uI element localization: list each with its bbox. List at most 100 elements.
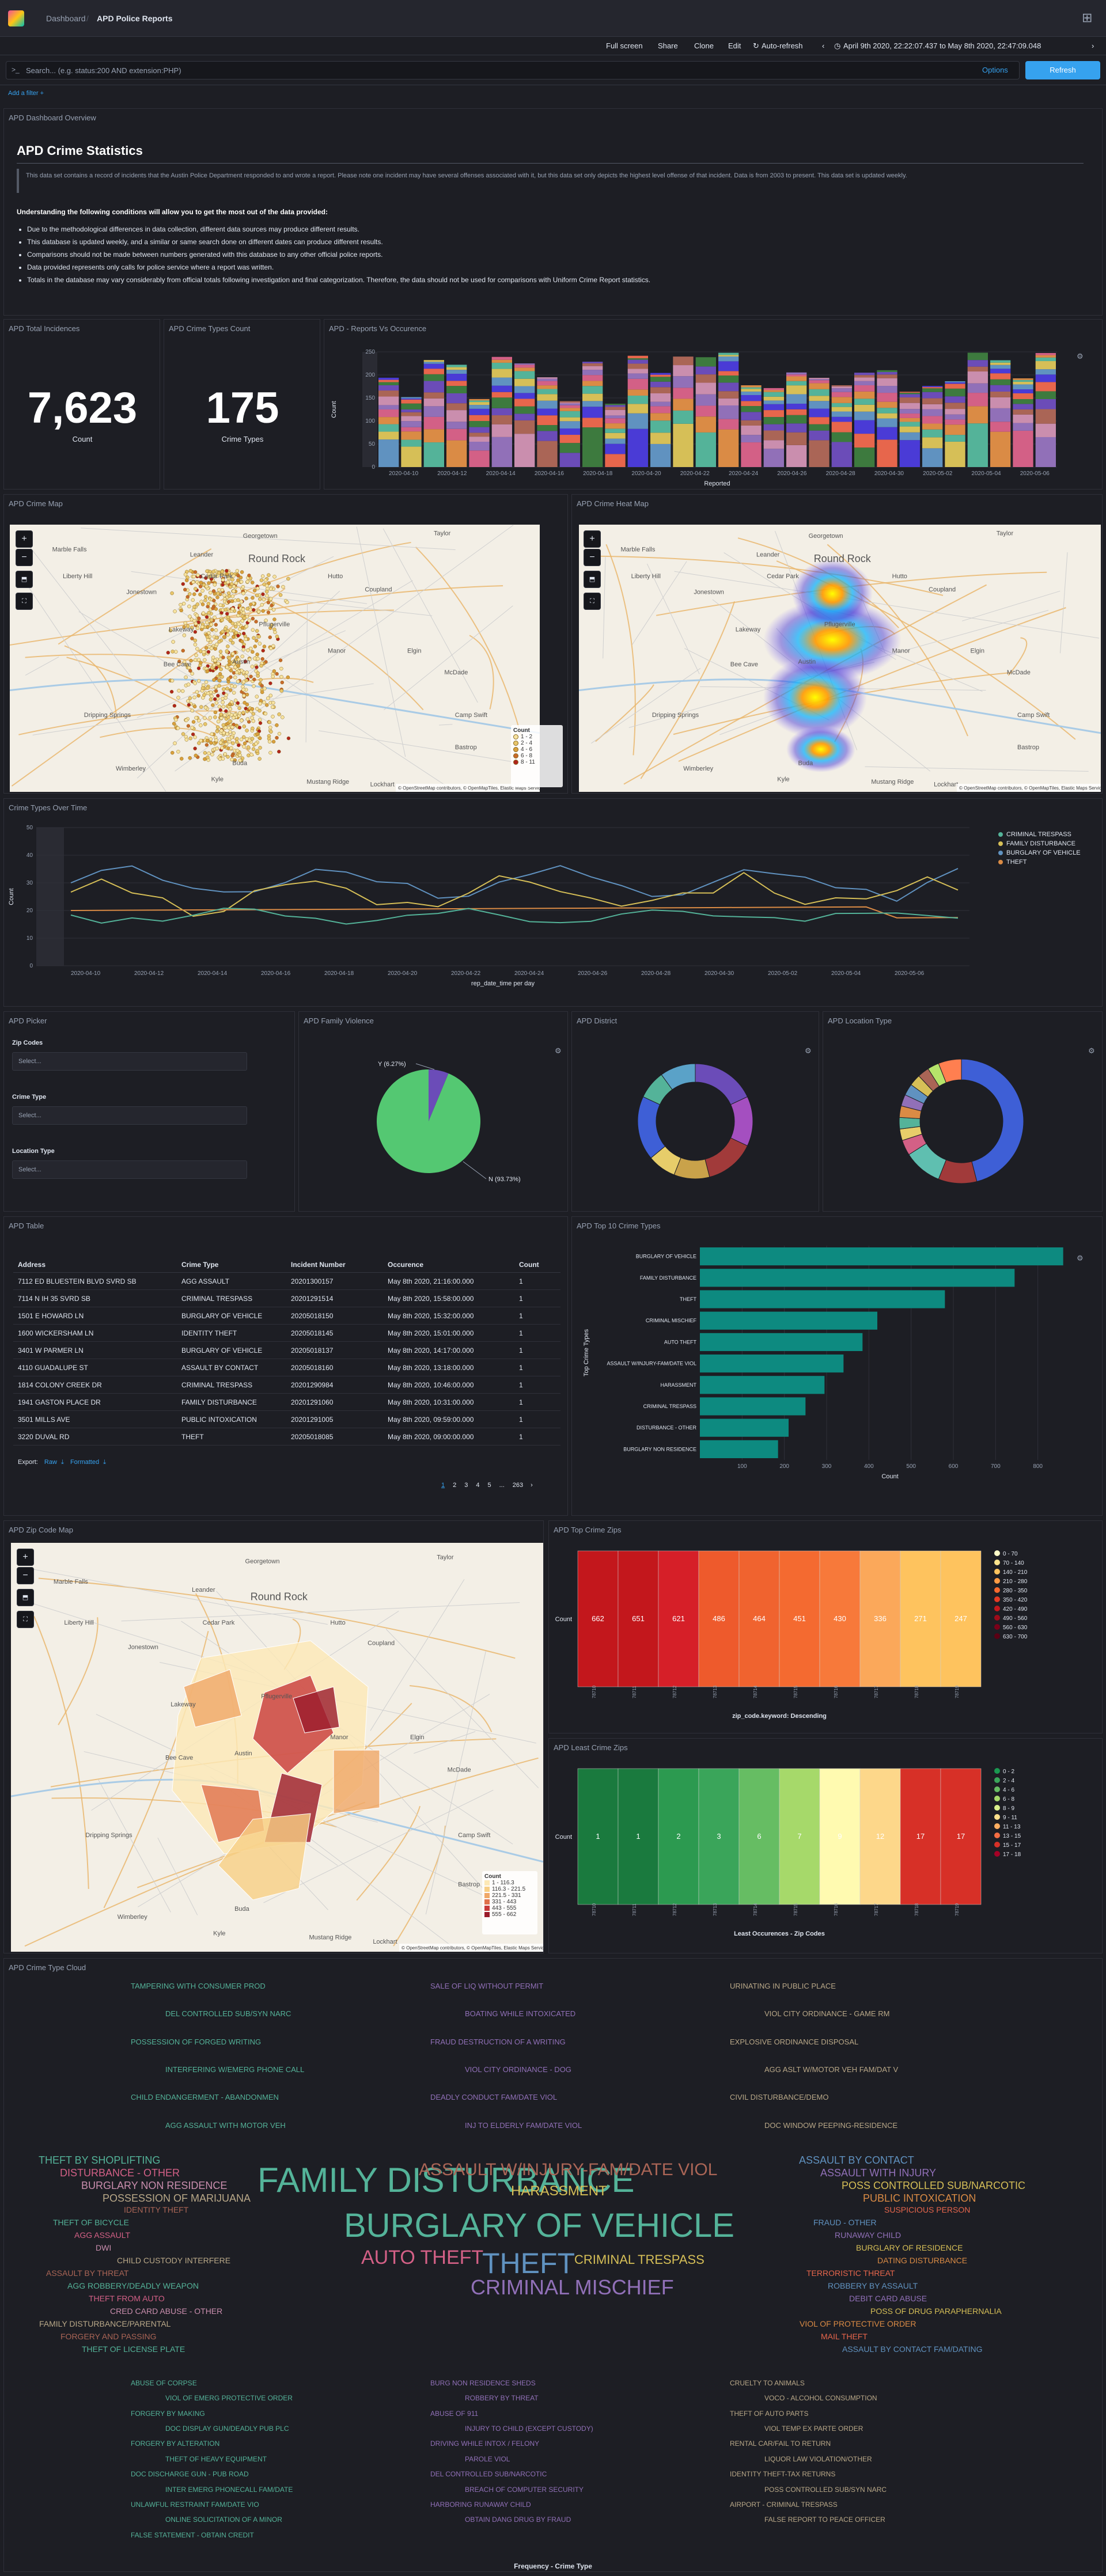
cloud-word[interactable]: POSS OF DRUG PARAPHERNALIA (870, 2306, 1002, 2316)
page-link[interactable]: 5 (488, 1482, 491, 1489)
zoom-in-icon[interactable]: + (584, 530, 601, 548)
column-header-address[interactable]: Address (13, 1257, 177, 1273)
cloud-word[interactable]: VIOL CITY ORDINANCE - GAME RM (764, 2009, 889, 2018)
cloud-word[interactable]: FALSE REPORT TO PEACE OFFICER (764, 2516, 885, 2524)
cloud-word[interactable]: THEFT OF BICYCLE (53, 2218, 129, 2227)
cloud-word[interactable]: CRED CARD ABUSE - OTHER (110, 2306, 222, 2316)
heat-map[interactable]: Marble Falls Liberty Hill Georgetown Taylor… (579, 525, 1101, 792)
download-icon[interactable]: ⤓ (61, 1459, 64, 1466)
cloud-word[interactable]: DISTURBANCE - OTHER (60, 2167, 180, 2179)
cloud-word[interactable]: DEADLY CONDUCT FAM/DATE VIOL (430, 2093, 557, 2101)
cloud-word[interactable]: URINATING IN PUBLIC PLACE (730, 1982, 836, 1990)
legend-item[interactable]: CRIMINAL TRESPASS (998, 831, 1081, 838)
column-header-count[interactable]: Count (514, 1257, 560, 1273)
cloud-word[interactable]: INTERFERING W/EMERG PHONE CALL (165, 2065, 304, 2074)
cloud-word[interactable]: ROBBERY BY THREAT (465, 2394, 539, 2402)
cloud-word[interactable]: BURGLARY OF VEHICLE (344, 2206, 734, 2245)
kibana-logo-icon[interactable] (8, 10, 24, 26)
legend-item[interactable]: FAMILY DISTURBANCE (998, 840, 1081, 847)
cloud-word[interactable]: SALE OF LIQ WITHOUT PERMIT (430, 1982, 543, 1990)
cloud-word[interactable]: INJ TO ELDERLY FAM/DATE VIOL (465, 2121, 582, 2130)
cloud-word[interactable]: PAROLE VIOL (465, 2455, 510, 2463)
cloud-word[interactable]: VIOL CITY ORDINANCE - DOG (465, 2065, 571, 2074)
cloud-word[interactable]: THEFT OF HEAVY EQUIPMENT (165, 2455, 267, 2463)
add-filter-link[interactable]: Add a filter + (8, 90, 44, 97)
draw-shape-icon[interactable]: ⬒ (17, 1589, 34, 1606)
cloud-word[interactable]: DATING DISTURBANCE (877, 2256, 967, 2265)
crime-map[interactable]: Marble Falls Liberty Hill Georgetown Taylor… (10, 525, 540, 792)
location-type-select[interactable]: Select... (12, 1160, 247, 1179)
cloud-word[interactable]: THEFT FROM AUTO (89, 2294, 165, 2303)
zip-codes-select[interactable]: Select... (12, 1052, 247, 1071)
cloud-word[interactable]: DEL CONTROLLED SUB/SYN NARC (165, 2009, 291, 2018)
fit-bounds-icon[interactable]: ⛶ (16, 593, 33, 610)
cloud-word[interactable]: FORGERY BY MAKING (131, 2410, 205, 2418)
page-link[interactable]: 4 (476, 1482, 479, 1489)
cloud-word[interactable]: THEFT OF LICENSE PLATE (82, 2344, 185, 2354)
cloud-word[interactable]: ASSAULT WITH INJURY (820, 2167, 936, 2179)
cloud-word[interactable]: CRIMINAL TRESPASS (574, 2252, 704, 2267)
page-link[interactable]: 2 (453, 1482, 456, 1489)
cloud-word[interactable]: MAIL THEFT (821, 2332, 868, 2341)
clone-link[interactable]: Clone (694, 41, 714, 50)
breadcrumb-root[interactable]: Dashboard (46, 14, 86, 23)
page-link[interactable]: 1 (441, 1482, 445, 1489)
zoom-out-icon[interactable]: − (17, 1567, 34, 1584)
cloud-word[interactable]: FORGERY BY ALTERATION (131, 2440, 219, 2448)
zoom-in-icon[interactable]: + (17, 1549, 34, 1566)
share-link[interactable]: Share (658, 41, 678, 50)
search-input[interactable]: Search... (e.g. status:200 AND extension… (6, 61, 1020, 79)
cloud-word[interactable]: AGG ROBBERY/DEADLY WEAPON (67, 2281, 199, 2290)
legend-item[interactable]: THEFT (998, 859, 1081, 866)
time-range-picker[interactable]: April 9th 2020, 22:22:07.437 to May 8th … (843, 41, 1041, 50)
cloud-word[interactable]: INJURY TO CHILD (EXCEPT CUSTODY) (465, 2425, 593, 2433)
cloud-word[interactable]: POSSESSION OF MARIJUANA (103, 2192, 251, 2205)
cloud-word[interactable]: POSSESSION OF FORGED WRITING (131, 2038, 261, 2046)
cloud-word[interactable]: UNLAWFUL RESTRAINT FAM/DATE VIO (131, 2501, 259, 2509)
options-button[interactable]: Options (982, 66, 1008, 74)
cloud-word[interactable]: FALSE STATEMENT - OBTAIN CREDIT (131, 2531, 254, 2539)
cloud-word[interactable]: FRAUD DESTRUCTION OF A WRITING (430, 2038, 566, 2046)
draw-shape-icon[interactable]: ⬒ (16, 571, 33, 588)
cloud-word[interactable]: BURGLARY OF RESIDENCE (856, 2243, 963, 2252)
zoom-in-icon[interactable]: + (16, 530, 33, 548)
legend-item[interactable]: BURGLARY OF VEHICLE (998, 849, 1081, 856)
cloud-word[interactable]: ASSAULT BY CONTACT FAM/DATING (842, 2344, 983, 2354)
zoom-out-icon[interactable]: − (584, 549, 601, 566)
cloud-word[interactable]: VIOL TEMP EX PARTE ORDER (764, 2425, 863, 2433)
cloud-word[interactable]: RUNAWAY CHILD (835, 2230, 901, 2240)
cloud-word[interactable]: IDENTITY THEFT-TAX RETURNS (730, 2470, 835, 2478)
cloud-word[interactable]: FORGERY AND PASSING (60, 2332, 157, 2341)
fit-bounds-icon[interactable]: ⛶ (17, 1611, 34, 1628)
chevron-right-icon[interactable]: › (1092, 41, 1094, 50)
cloud-word[interactable]: DEBIT CARD ABUSE (849, 2294, 927, 2303)
cloud-word[interactable]: ASSAULT W/INJURY-FAM/DATE VIOL (419, 2160, 717, 2180)
cloud-word[interactable]: HARASSMENT (511, 2183, 607, 2199)
cloud-word[interactable]: PUBLIC INTOXICATION (863, 2192, 976, 2205)
column-header-occurence[interactable]: Occurence (383, 1257, 514, 1273)
zip-code-map[interactable]: Marble Falls Liberty Hill Georgetown Taylor… (11, 1543, 543, 1952)
cloud-word[interactable]: ABUSE OF 911 (430, 2410, 478, 2418)
cloud-word[interactable]: TERRORISTIC THREAT (806, 2268, 895, 2278)
cloud-word[interactable]: FAMILY DISTURBANCE/PARENTAL (39, 2319, 171, 2328)
download-icon[interactable]: ⤓ (103, 1459, 106, 1466)
cloud-word[interactable]: THEFT OF AUTO PARTS (730, 2410, 808, 2418)
cloud-word[interactable]: CRIMINAL MISCHIEF (471, 2275, 674, 2300)
export-formatted-link[interactable]: Formatted (70, 1459, 99, 1466)
cloud-word[interactable]: THEFT BY SHOPLIFTING (39, 2154, 160, 2167)
cloud-word[interactable]: BOATING WHILE INTOXICATED (465, 2009, 575, 2018)
cloud-word[interactable]: DOC WINDOW PEEPING-RESIDENCE (764, 2121, 897, 2130)
cloud-word[interactable]: BURGLARY NON RESIDENCE (81, 2180, 227, 2192)
cloud-word[interactable]: AGG ASLT W/MOTOR VEH FAM/DAT V (764, 2065, 898, 2074)
cloud-word[interactable]: POSS CONTROLLED SUB/SYN NARC (764, 2486, 887, 2494)
cloud-word[interactable]: HARBORING RUNAWAY CHILD (430, 2501, 531, 2509)
cloud-word[interactable]: DRIVING WHILE INTOX / FELONY (430, 2440, 539, 2448)
cloud-word[interactable]: FRAUD - OTHER (813, 2218, 877, 2227)
cloud-word[interactable]: EXPLOSIVE ORDINANCE DISPOSAL (730, 2038, 858, 2046)
cloud-word[interactable]: OBTAIN DANG DRUG BY FRAUD (465, 2516, 571, 2524)
cloud-word[interactable]: ASSAULT BY THREAT (46, 2268, 128, 2278)
cloud-word[interactable]: DOC DISPLAY GUN/DEADLY PUB PLC (165, 2425, 289, 2433)
chevron-right-icon[interactable]: › (531, 1482, 533, 1489)
page-link[interactable]: 263 (513, 1482, 523, 1489)
fit-bounds-icon[interactable]: ⛶ (584, 593, 601, 610)
